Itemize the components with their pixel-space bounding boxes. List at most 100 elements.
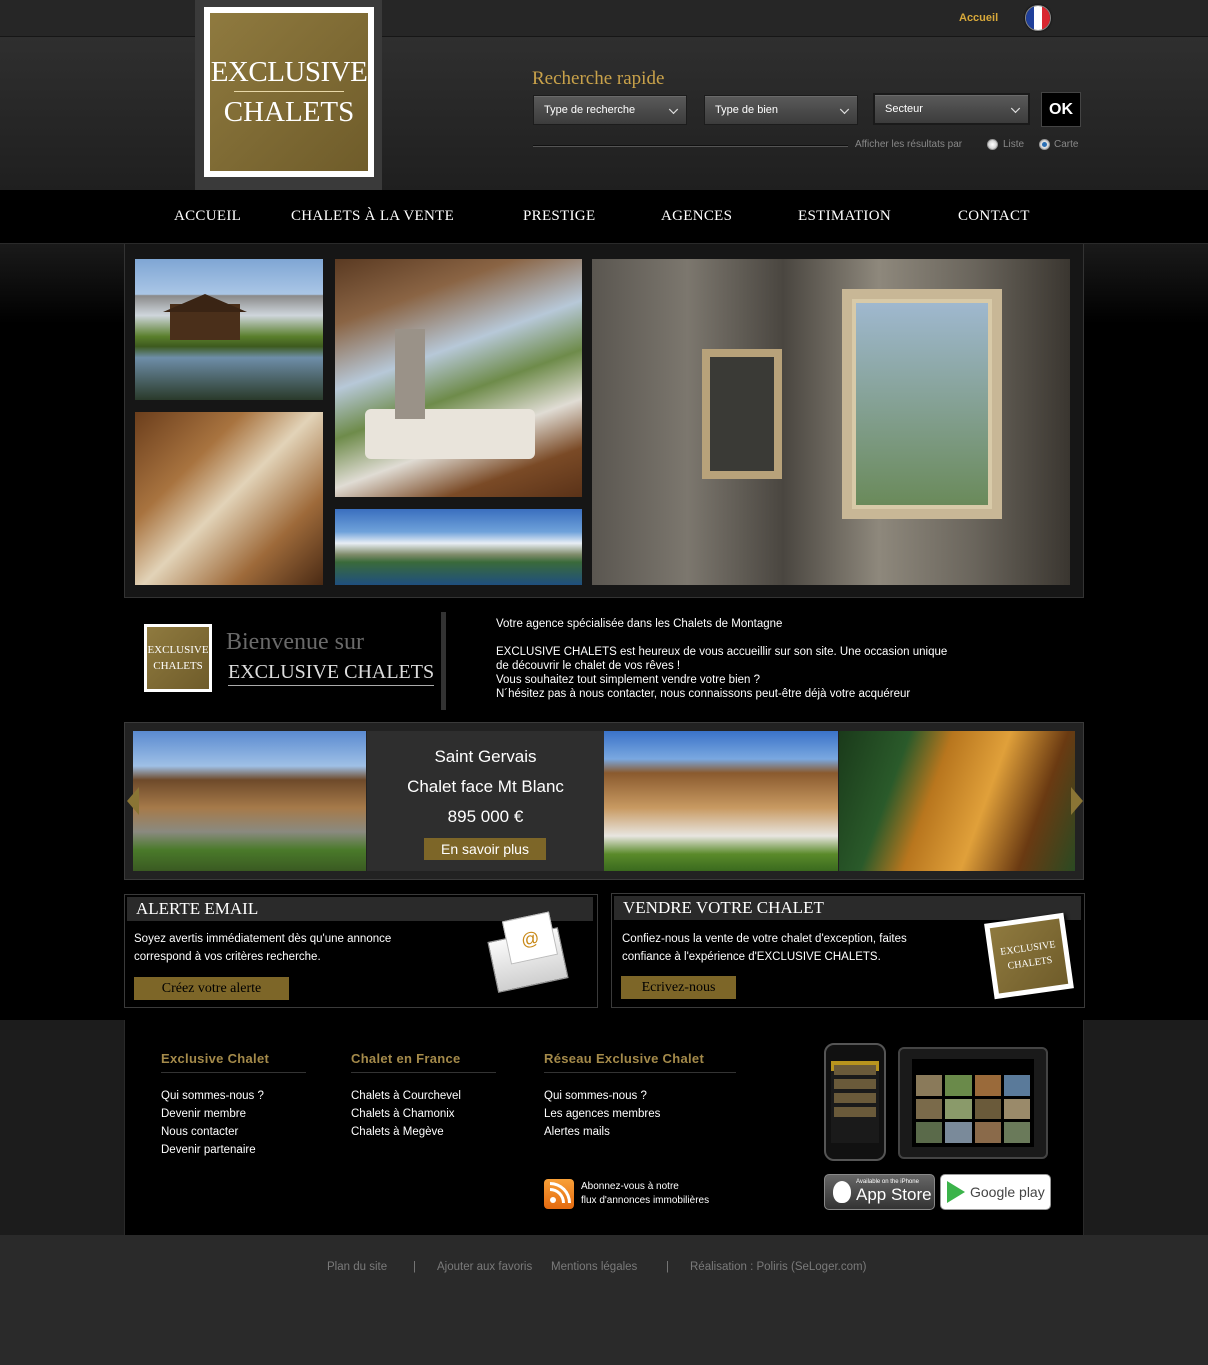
photo-chalet-windows[interactable] [592, 259, 1070, 585]
footer-col-3: Réseau Exclusive Chalet Qui sommes-nous … [544, 1051, 736, 1141]
property-type-select[interactable]: Type de bien [704, 95, 858, 125]
bottom-separator-2: | [666, 1261, 669, 1273]
nav-agences[interactable]: AGENCES [661, 208, 732, 225]
search-type-value: Type de recherche [544, 104, 636, 116]
chevron-down-icon [839, 104, 850, 115]
footer-col2-title: Chalet en France [351, 1051, 496, 1073]
credits-link[interactable]: Réalisation : Poliris (SeLoger.com) [690, 1261, 866, 1273]
site-logo[interactable]: EXCLUSIVE CHALETS [204, 7, 374, 177]
app-store-badge[interactable]: Available on the iPhone App Store [824, 1174, 935, 1210]
bottom-separator-1: | [413, 1261, 416, 1273]
logo-text-1: EXCLUSIVE [210, 55, 368, 88]
carousel-photo-1[interactable] [133, 731, 366, 871]
alert-text-1: Soyez avertis immédiatement dès qu'une a… [134, 933, 392, 945]
carousel-next-arrow-icon[interactable] [1071, 787, 1083, 815]
sector-value: Secteur [885, 103, 923, 115]
footer-link-chamonix[interactable]: Chalets à Chamonix [351, 1105, 496, 1123]
listing-price: 895 000 € [447, 807, 524, 826]
sell-chalet-title: VENDRE VOTRE CHALET [614, 896, 1081, 920]
alert-text-2: correspond à vos critères recherche. [134, 951, 321, 963]
search-divider [533, 145, 848, 147]
rss-subscribe-text[interactable]: Abonnez-vous à notre flux d'annonces imm… [581, 1180, 709, 1208]
carousel-prev-arrow-icon[interactable] [127, 787, 139, 815]
learn-more-button[interactable]: En savoir plus [424, 838, 546, 860]
create-alert-button[interactable]: Créez votre alerte [134, 977, 289, 1000]
search-ok-button[interactable]: OK [1041, 92, 1081, 127]
radio-carte[interactable] [1039, 139, 1050, 150]
property-type-value: Type de bien [715, 104, 778, 116]
iphone-mockup [824, 1043, 886, 1161]
radio-liste[interactable] [987, 139, 998, 150]
chevron-down-icon [668, 104, 679, 115]
welcome-line-5: N´hésitez pas à nous contacter, nous con… [496, 688, 911, 700]
radio-carte-label[interactable]: Carte [1054, 139, 1078, 150]
welcome-line-4: Vous souhaitez tout simplement vendre vo… [496, 674, 761, 686]
footer-link-qui-sommes-nous[interactable]: Qui sommes-nous ? [161, 1087, 306, 1105]
sitemap-link[interactable]: Plan du site [327, 1261, 387, 1273]
display-results-label: Afficher les résultats par [855, 139, 963, 150]
welcome-logo: EXCLUSIVE CHALETS [144, 624, 212, 692]
footer-link-alertes-mails[interactable]: Alertes mails [544, 1123, 736, 1141]
footer-link-devenir-partenaire[interactable]: Devenir partenaire [161, 1141, 306, 1159]
nav-prestige[interactable]: PRESTIGE [523, 208, 595, 225]
apple-icon [833, 1181, 851, 1203]
nav-estimation[interactable]: ESTIMATION [798, 208, 891, 225]
nav-accueil[interactable]: ACCUEIL [174, 208, 241, 225]
welcome-line-2: EXCLUSIVE CHALETS est heureux de vous ac… [496, 646, 948, 658]
photo-lake-mountains[interactable] [335, 509, 582, 585]
app-store-label: App Store [856, 1185, 932, 1204]
sell-text-1: Confiez-nous la vente de votre chalet d'… [622, 933, 907, 945]
search-title: Recherche rapide [532, 68, 665, 89]
sell-chalet-text: Confiez-nous la vente de votre chalet d'… [622, 930, 952, 966]
sell-text-2: confiance à l'expérience d'EXCLUSIVE CHA… [622, 951, 881, 963]
photo-interior-lounge[interactable] [335, 259, 582, 497]
write-us-button[interactable]: Ecrivez-nous [621, 976, 736, 999]
ipad-mockup [898, 1047, 1048, 1159]
sector-select[interactable]: Secteur [873, 93, 1030, 125]
welcome-logo-text-2: CHALETS [153, 660, 203, 672]
listing-title: Chalet face Mt Blanc [407, 777, 564, 796]
rss-line-2: flux d'annonces immobilières [581, 1195, 710, 1206]
carousel-photo-2[interactable] [604, 731, 838, 871]
footer-link-devenir-membre[interactable]: Devenir membre [161, 1105, 306, 1123]
welcome-text: Votre agence spécialisée dans les Chalet… [496, 617, 996, 701]
welcome-title: Bienvenue sur [226, 629, 364, 655]
chevron-down-icon [1010, 103, 1021, 114]
radio-liste-label[interactable]: Liste [1003, 139, 1024, 150]
welcome-line-1: Votre agence spécialisée dans les Chalet… [496, 618, 783, 630]
top-home-link[interactable]: Accueil [959, 12, 998, 24]
rss-line-1: Abonnez-vous à notre [581, 1181, 679, 1192]
listing-city: Saint Gervais [434, 747, 537, 766]
footer-link-megeve[interactable]: Chalets à Megève [351, 1123, 496, 1141]
footer-link-reseau-qui[interactable]: Qui sommes-nous ? [544, 1087, 736, 1105]
google-play-label: Google play [970, 1184, 1045, 1200]
footer-col-1: Exclusive Chalet Qui sommes-nous ? Deven… [161, 1051, 306, 1159]
footer-link-agences-membres[interactable]: Les agences membres [544, 1105, 736, 1123]
rss-icon[interactable] [544, 1179, 574, 1209]
footer-col-2: Chalet en France Chalets à Courchevel Ch… [351, 1051, 496, 1141]
bottom-bar [0, 1235, 1208, 1365]
google-play-badge[interactable]: Google play [940, 1174, 1051, 1210]
add-favorites-link[interactable]: Ajouter aux favoris [437, 1261, 532, 1273]
search-type-select[interactable]: Type de recherche [533, 95, 687, 125]
logo-text-2: CHALETS [223, 95, 355, 128]
footer-link-courchevel[interactable]: Chalets à Courchevel [351, 1087, 496, 1105]
exclusive-chalets-badge: EXCLUSIVE CHALETS [984, 912, 1074, 1000]
legal-notice-link[interactable]: Mentions légales [551, 1261, 637, 1273]
envelope-icon: @ [487, 911, 574, 1000]
photo-living-room[interactable] [135, 412, 323, 585]
nav-chalets-vente[interactable]: CHALETS À LA VENTE [291, 208, 454, 225]
carousel-photo-3[interactable] [839, 731, 1075, 871]
footer-link-nous-contacter[interactable]: Nous contacter [161, 1123, 306, 1141]
welcome-logo-text-1: EXCLUSIVE [147, 643, 209, 656]
alert-email-text: Soyez avertis immédiatement dès qu'une a… [134, 930, 454, 966]
google-play-icon [947, 1181, 965, 1203]
footer-col1-title: Exclusive Chalet [161, 1051, 306, 1073]
welcome-line-3: de découvrir le chalet de vos rêves ! [496, 660, 681, 672]
welcome-brand: EXCLUSIVE CHALETS [228, 661, 435, 686]
french-flag-icon[interactable] [1025, 5, 1051, 31]
footer-col3-title: Réseau Exclusive Chalet [544, 1051, 736, 1073]
photo-mountain-chalet[interactable] [135, 259, 323, 400]
welcome-separator [441, 612, 446, 710]
nav-contact[interactable]: CONTACT [958, 208, 1030, 225]
